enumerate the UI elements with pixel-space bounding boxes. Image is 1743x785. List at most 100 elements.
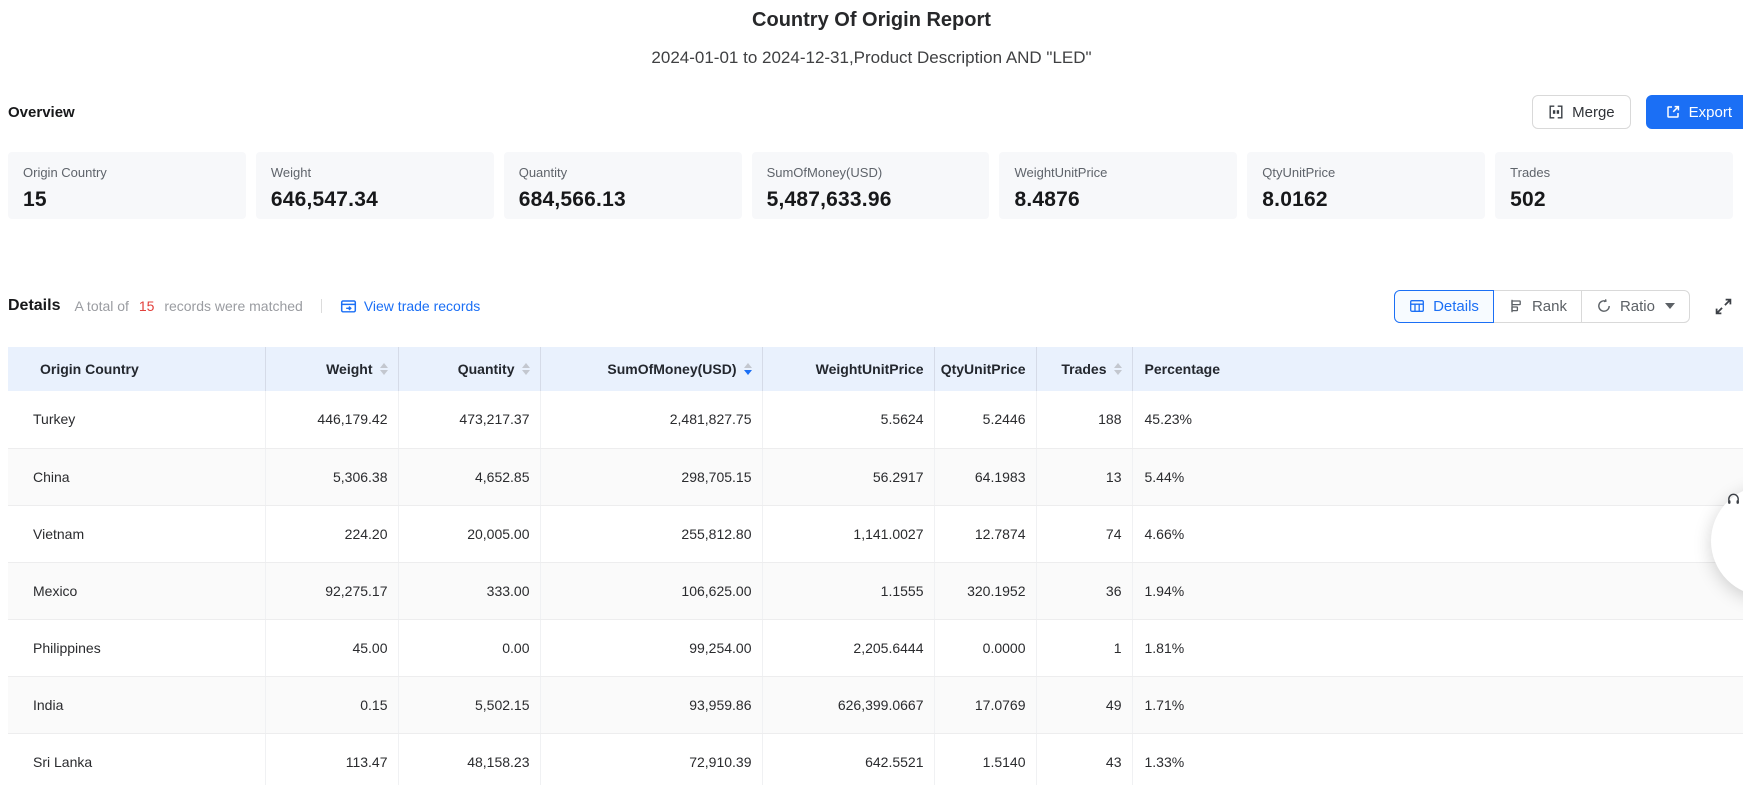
merge-button[interactable]: Merge [1532,95,1631,129]
view-trade-records-icon [340,298,357,315]
stat-card-origin_country: Origin Country15 [8,152,246,219]
column-label: QtyUnitPrice [941,361,1026,377]
cell-percentage: 4.66% [1132,505,1743,562]
merge-button-label: Merge [1572,104,1615,121]
tab-ratio[interactable]: Ratio [1581,290,1690,323]
cell-sum_of_money_usd: 298,705.15 [540,448,762,505]
cell-percentage: 5.44% [1132,448,1743,505]
cell-sum_of_money_usd: 72,910.39 [540,733,762,785]
stat-card-weight_unit_price: WeightUnitPrice 8.4876 [999,152,1237,219]
cell-origin_country: India [8,676,265,733]
column-header-qty_unit_price: QtyUnitPrice [934,347,1036,391]
rank-bars-icon [1508,298,1524,314]
cell-weight_unit_price: 2,205.6444 [762,619,934,676]
column-label: SumOfMoney(USD) [607,361,736,377]
match-suffix: records were matched [164,298,303,314]
column-label: Weight [326,361,372,377]
stat-card-quantity: Quantity684,566.13 [504,152,742,219]
caret-down-icon [1665,303,1675,309]
details-heading: Details [8,297,60,315]
tab-rank[interactable]: Rank [1493,290,1582,323]
cell-weight_unit_price: 56.2917 [762,448,934,505]
overview-heading: Overview [8,104,75,121]
ratio-circle-icon [1596,298,1612,314]
match-summary: A total of 15 records were matched [74,298,302,314]
sort-caret-icon[interactable] [744,363,752,376]
column-header-percentage: Percentage [1132,347,1743,391]
country-of-origin-report-page: Country Of Origin Report 2024-01-01 to 2… [0,0,1743,785]
stat-card-label: QtyUnitPrice [1262,165,1485,180]
details-left-group: Details A total of 15 records were match… [8,297,480,315]
cell-quantity: 473,217.37 [398,391,540,448]
cell-weight_unit_price: 642.5521 [762,733,934,785]
cell-percentage: 1.81% [1132,619,1743,676]
details-right-group: Details Rank [1394,290,1733,323]
cell-sum_of_money_usd: 255,812.80 [540,505,762,562]
cell-qty_unit_price: 0.0000 [934,619,1036,676]
cell-percentage: 1.94% [1132,562,1743,619]
cell-quantity: 0.00 [398,619,540,676]
stat-card-qty_unit_price: QtyUnitPrice 8.0162 [1247,152,1485,219]
vertical-divider [321,299,322,313]
cell-sum_of_money_usd: 99,254.00 [540,619,762,676]
cell-percentage: 45.23% [1132,391,1743,448]
column-header-weight_unit_price: WeightUnitPrice [762,347,934,391]
overview-toolbar: Merge Export [1532,95,1743,129]
cell-weight: 92,275.17 [265,562,398,619]
stat-card-label: Origin Country [23,165,246,180]
cell-quantity: 333.00 [398,562,540,619]
tab-details[interactable]: Details [1394,290,1494,323]
sort-caret-icon[interactable] [1114,363,1122,376]
cell-weight: 446,179.42 [265,391,398,448]
table-row: Turkey446,179.42473,217.372,481,827.755.… [8,391,1743,448]
stat-card-weight: Weight646,547.34 [256,152,494,219]
cell-origin_country: China [8,448,265,505]
column-header-quantity[interactable]: Quantity [398,347,540,391]
stat-card-label: WeightUnitPrice [1014,165,1237,180]
cell-weight: 45.00 [265,619,398,676]
view-trade-records-link[interactable]: View trade records [340,298,480,315]
stat-card-value: 5,487,633.96 [767,188,990,212]
details-header-row: Details A total of 15 records were match… [0,289,1743,323]
cell-origin_country: Vietnam [8,505,265,562]
stat-card-trades: Trades 502 [1495,152,1733,219]
cell-quantity: 5,502.15 [398,676,540,733]
table-row: Vietnam224.2020,005.00255,812.801,141.00… [8,505,1743,562]
overview-header-row: Overview Merge [0,94,1743,130]
table-row: India0.155,502.1593,959.86626,399.066717… [8,676,1743,733]
fullscreen-icon[interactable] [1714,297,1733,316]
cell-origin_country: Sri Lanka [8,733,265,785]
column-header-weight[interactable]: Weight [265,347,398,391]
tab-rank-label: Rank [1532,298,1567,315]
stat-card-value: 684,566.13 [519,188,742,212]
cell-percentage: 1.33% [1132,733,1743,785]
column-header-trades[interactable]: Trades [1036,347,1132,391]
merge-icon [1548,104,1564,120]
column-label: Percentage [1145,361,1220,377]
tab-ratio-label: Ratio [1620,298,1655,315]
column-label: Origin Country [40,361,139,377]
cell-quantity: 20,005.00 [398,505,540,562]
cell-weight_unit_price: 1.1555 [762,562,934,619]
sort-caret-icon[interactable] [380,363,388,376]
sort-caret-icon[interactable] [522,363,530,376]
match-prefix: A total of [74,298,128,314]
stat-card-sum_of_money_usd: SumOfMoney(USD)5,487,633.96 [752,152,990,219]
cell-trades: 49 [1036,676,1132,733]
cell-qty_unit_price: 320.1952 [934,562,1036,619]
cell-trades: 1 [1036,619,1132,676]
stat-card-value: 8.0162 [1262,188,1485,212]
column-header-sum_of_money_usd[interactable]: SumOfMoney(USD) [540,347,762,391]
stat-card-label: Weight [271,165,494,180]
cell-trades: 188 [1036,391,1132,448]
column-label: WeightUnitPrice [816,361,924,377]
view-mode-switch: Details Rank [1394,290,1690,323]
export-button[interactable]: Export [1646,95,1743,129]
stat-card-value: 8.4876 [1014,188,1237,212]
overview-cards: Origin Country15Weight646,547.34Quantity… [8,152,1733,219]
cell-qty_unit_price: 17.0769 [934,676,1036,733]
table-row: Sri Lanka113.4748,158.2372,910.39642.552… [8,733,1743,785]
stat-card-value: 502 [1510,188,1733,212]
stat-card-label: Trades [1510,165,1733,180]
table-row: China5,306.384,652.85298,705.1556.291764… [8,448,1743,505]
